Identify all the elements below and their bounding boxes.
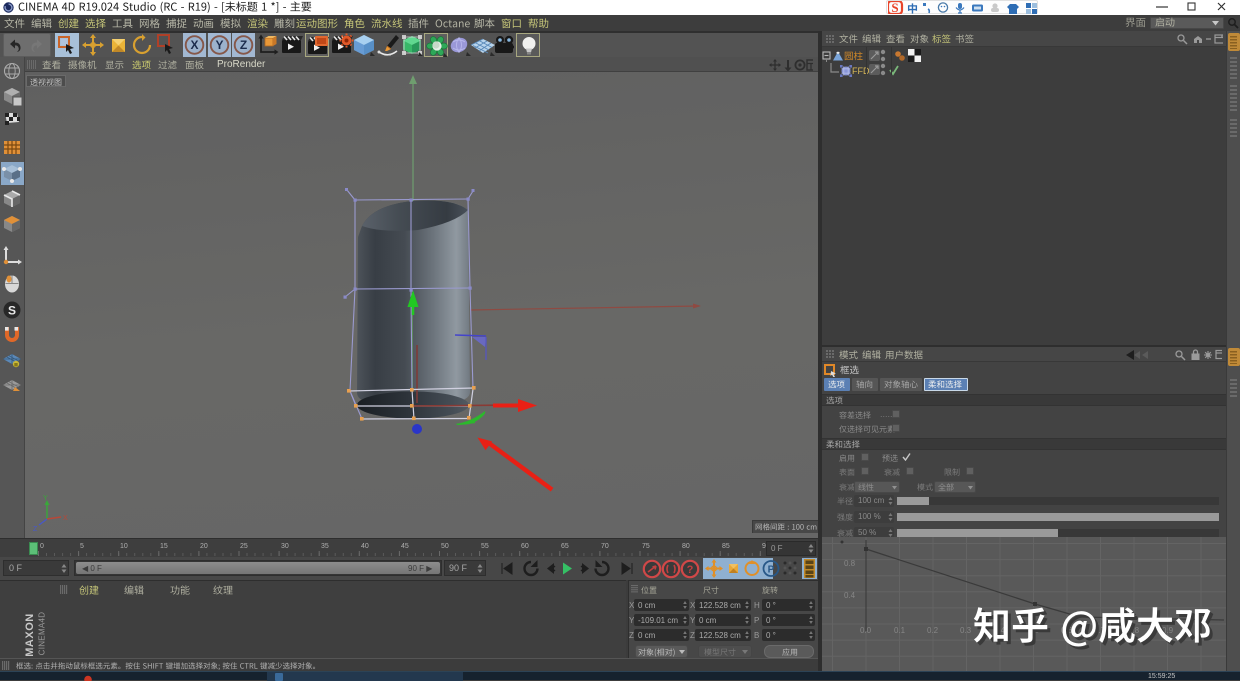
svg-text:Z: Z bbox=[240, 38, 247, 52]
svg-text:P: P bbox=[768, 565, 775, 576]
svg-text:X: X bbox=[63, 515, 68, 522]
svg-text:X: X bbox=[190, 38, 198, 52]
svg-text:S: S bbox=[891, 1, 898, 14]
svg-text:?: ? bbox=[687, 564, 694, 576]
svg-text:S: S bbox=[8, 304, 16, 318]
svg-text:Z: Z bbox=[33, 526, 38, 533]
svg-text:Y: Y bbox=[215, 38, 223, 52]
svg-text:Y: Y bbox=[43, 495, 48, 502]
